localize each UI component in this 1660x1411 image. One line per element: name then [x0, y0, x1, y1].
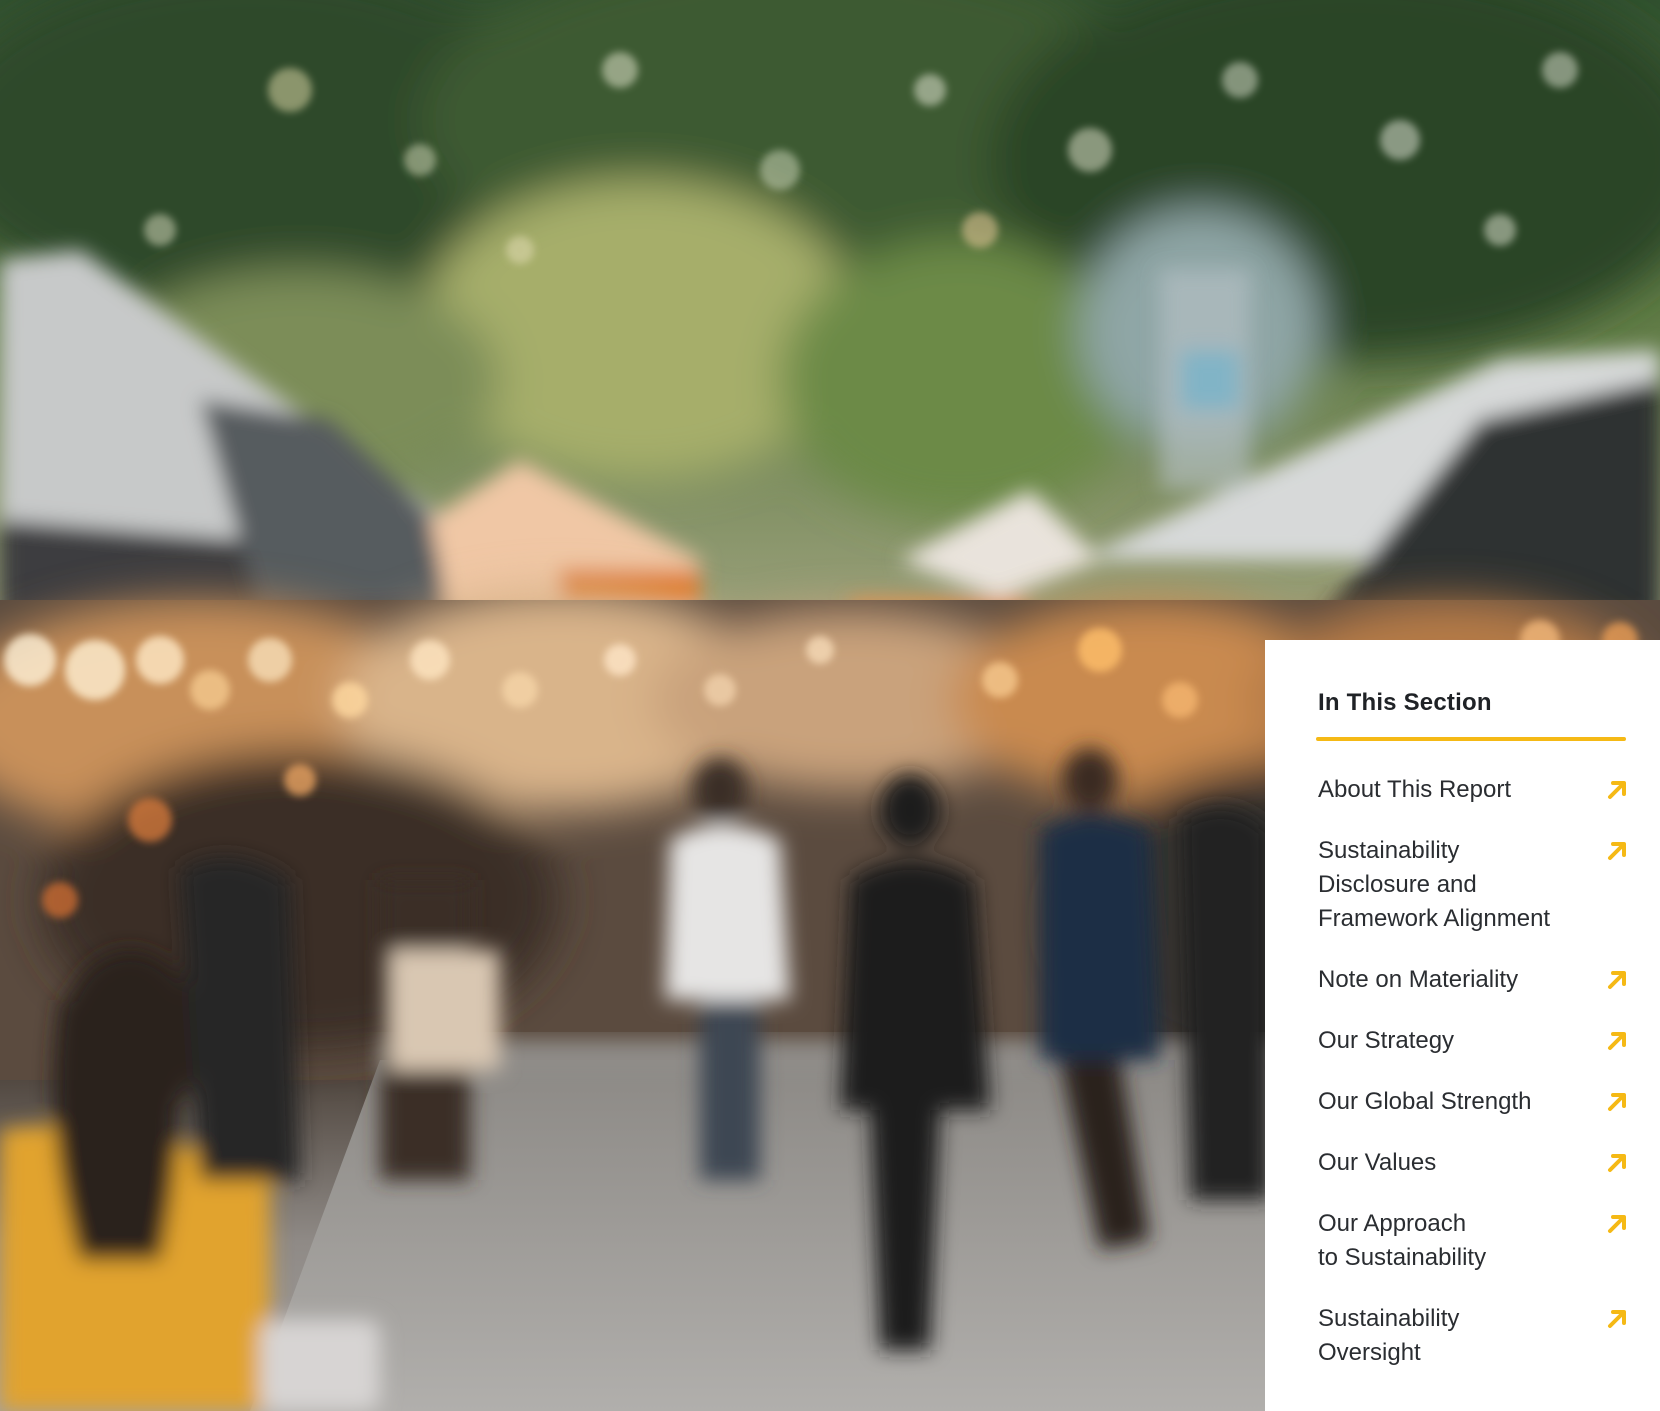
arrow-up-right-icon — [1608, 1032, 1626, 1051]
nav-item-sustainability-oversight[interactable]: Sustainability Oversight — [1318, 1302, 1628, 1370]
nav-item-label: Our Values — [1318, 1149, 1437, 1177]
nav-item-about-this-report[interactable]: About This Report — [1318, 773, 1628, 807]
arrow-up-right-icon — [1608, 971, 1626, 990]
nav-item-our-values[interactable]: Our Values — [1318, 1146, 1628, 1180]
arrow-up-right-icon — [1608, 1215, 1626, 1234]
panel-title: In This Section — [1318, 689, 1492, 716]
arrow-up-right-icon — [1608, 1154, 1626, 1173]
nav-item-label: Our Strategy — [1318, 1027, 1455, 1055]
nav-item-label: Note on Materiality — [1318, 966, 1519, 994]
nav-item-our-approach-to-sustainability[interactable]: Our Approach to Sustainability — [1318, 1207, 1628, 1275]
nav-item-our-strategy[interactable]: Our Strategy — [1318, 1024, 1628, 1058]
page: In This Section About This Report Sustai… — [0, 0, 1660, 1411]
section-nav-list: About This Report Sustainability Disclos… — [1318, 773, 1628, 1370]
arrow-up-right-icon — [1608, 1093, 1626, 1112]
arrow-up-right-icon — [1608, 781, 1626, 800]
panel-title-underline — [1316, 737, 1626, 742]
nav-item-label: Our Approach to Sustainability — [1318, 1210, 1487, 1272]
arrow-up-right-icon — [1608, 842, 1626, 861]
nav-item-sustainability-disclosure[interactable]: Sustainability Disclosure and Framework … — [1318, 834, 1628, 936]
nav-item-label: About This Report — [1318, 776, 1511, 804]
in-this-section-panel: In This Section About This Report Sustai… — [1265, 640, 1660, 1411]
nav-item-label: Sustainability Oversight — [1318, 1305, 1460, 1367]
nav-item-label: Sustainability Disclosure and Framework … — [1318, 837, 1551, 933]
nav-item-our-global-strength[interactable]: Our Global Strength — [1318, 1085, 1628, 1119]
arrow-up-right-icon — [1608, 1310, 1626, 1329]
nav-item-label: Our Global Strength — [1318, 1088, 1532, 1116]
nav-item-note-on-materiality[interactable]: Note on Materiality — [1318, 963, 1628, 997]
